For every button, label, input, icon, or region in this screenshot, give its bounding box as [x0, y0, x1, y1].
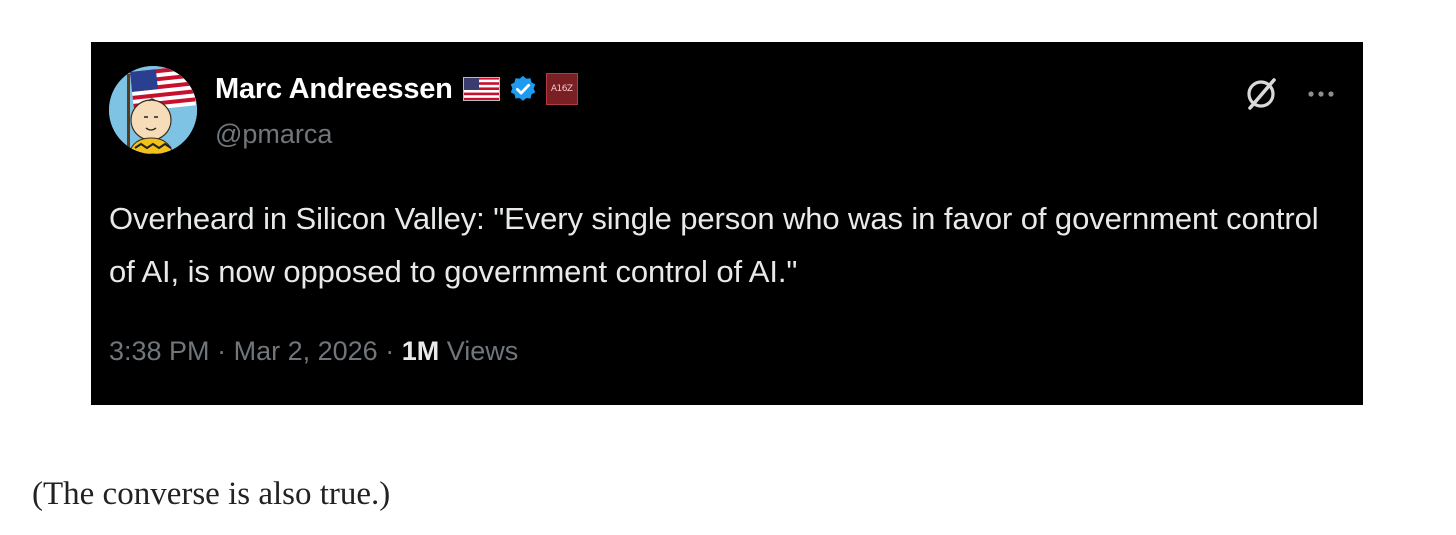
more-icon[interactable] — [1303, 76, 1339, 112]
author-handle[interactable]: @pmarca — [215, 118, 332, 150]
meta-separator: · — [217, 336, 234, 366]
tweet-text: Overheard in Silicon Valley: "Every sing… — [109, 201, 1319, 289]
grok-icon[interactable] — [1241, 74, 1281, 114]
embedded-tweet-card: Marc Andreessen A16Z @pmarca Overheard i… — [91, 42, 1363, 405]
tweet-date[interactable]: Mar 2, 2026 — [234, 336, 378, 366]
avatar[interactable] — [109, 66, 197, 154]
affiliate-badge-text: A16Z — [550, 84, 573, 94]
tweet-meta: 3:38 PM · Mar 2, 2026 · 1M Views — [109, 334, 518, 368]
views-count: 1M — [401, 336, 440, 366]
affiliate-badge[interactable]: A16Z — [545, 73, 578, 105]
tweet-time[interactable]: 3:38 PM — [109, 336, 210, 366]
cartoon-boy-with-flag-icon — [109, 66, 197, 154]
verified-icon[interactable] — [508, 74, 538, 104]
author-display-name[interactable]: Marc Andreessen — [215, 72, 453, 106]
us-flag-icon — [462, 77, 500, 101]
meta-separator: · — [385, 336, 402, 366]
caption-text: (The converse is also true.) — [32, 476, 391, 512]
author-name-row: Marc Andreessen A16Z — [215, 72, 578, 106]
views-label: Views — [446, 336, 519, 366]
